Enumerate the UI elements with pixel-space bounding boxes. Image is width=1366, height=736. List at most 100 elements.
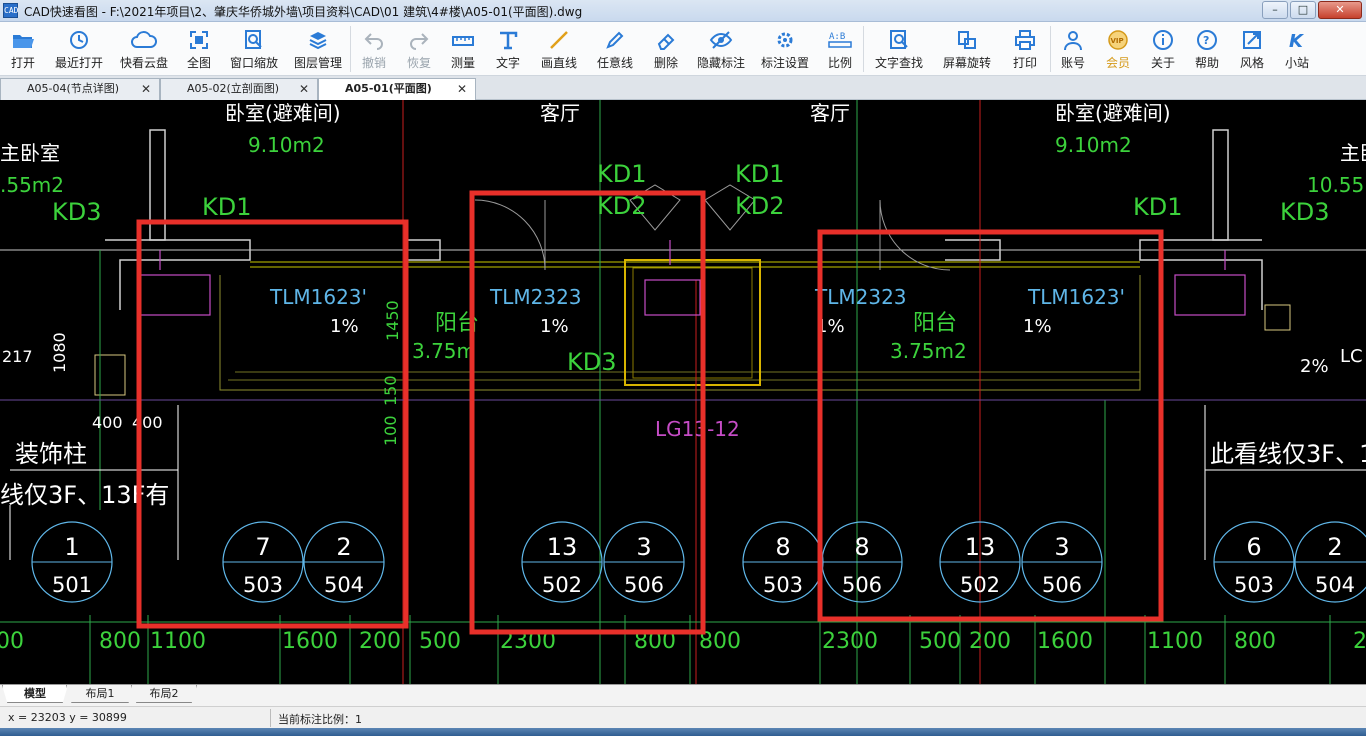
bubble-room-code: 504: [1315, 573, 1355, 597]
slope-label: 1%: [330, 316, 359, 337]
delete-button[interactable]: 删除: [643, 22, 689, 76]
eye-hide-icon: [709, 31, 733, 49]
area-label: 9.10m2: [1055, 133, 1132, 157]
dimension-settings-button[interactable]: 标注设置: [753, 22, 817, 76]
measure-icon: [452, 36, 474, 46]
delete-label: 删除: [653, 56, 678, 70]
bubble-room-code: 506: [1042, 573, 1082, 597]
account-button[interactable]: 账号: [1051, 22, 1095, 76]
vip-button[interactable]: VIP 会员: [1095, 22, 1141, 76]
door-tag: KD1: [1133, 193, 1183, 221]
text-search-button[interactable]: 文字查找: [864, 22, 934, 76]
open-button[interactable]: 打开: [0, 22, 46, 76]
text-label: 文字: [495, 56, 520, 70]
title-bar: CAD CAD快速看图 - F:\2021年项目\2、肇庆华侨城外墙\项目资料\…: [0, 0, 1366, 22]
tab-a05-04[interactable]: A05-04(节点详图) ✕: [0, 78, 160, 100]
coordinate-readout: x = 23203 y = 30899: [8, 711, 127, 724]
text-icon: [500, 31, 518, 50]
door-tag: KD1: [735, 160, 785, 188]
tab-close-icon[interactable]: ✕: [457, 79, 467, 99]
recent-open-button[interactable]: 最近打开: [46, 22, 112, 76]
rotate-screen-button[interactable]: 屏幕旋转: [934, 22, 1000, 76]
cloud-drive-button[interactable]: 快看云盘: [112, 22, 176, 76]
tab-model[interactable]: 模型: [2, 685, 68, 703]
draw-line-button[interactable]: 画直线: [531, 22, 587, 76]
room-bubble: 1501: [31, 521, 113, 603]
tab-a05-02[interactable]: A05-02(立剖面图) ✕: [160, 78, 318, 100]
print-button[interactable]: 打印: [1000, 22, 1050, 76]
full-view-button[interactable]: 全图: [176, 22, 222, 76]
bottom-dimension-label: 500: [919, 629, 961, 654]
lc-tag: LC: [1340, 346, 1363, 367]
scale-button[interactable]: A:B 比例: [817, 22, 863, 76]
bubble-room-code: 501: [52, 573, 92, 597]
tab-layout2[interactable]: 布局2: [131, 685, 197, 703]
bubble-room-code: 504: [324, 573, 364, 597]
undo-icon: [364, 33, 383, 50]
room-label: 主卧室: [0, 141, 60, 165]
room-bubble: 8 503: [742, 521, 824, 603]
bubble-room-code: 503: [243, 573, 283, 597]
room-label: 客厅: [540, 101, 580, 125]
redo-icon: [410, 33, 429, 50]
freehand-button[interactable]: 任意线: [587, 22, 643, 76]
freehand-label: 任意线: [596, 56, 633, 70]
style-label: 风格: [1239, 56, 1264, 70]
door-tag: KD3: [52, 198, 102, 226]
recent-clock-icon: [70, 31, 88, 49]
tab-close-icon[interactable]: ✕: [299, 79, 309, 99]
note-text: 此看线仅3F、13F有: [1210, 440, 1366, 468]
slope-labels: 1% 1% 1% 1% 2%: [330, 316, 1329, 377]
tab-layout1[interactable]: 布局1: [66, 685, 134, 703]
bubble-number: 3: [1054, 533, 1069, 561]
room-bubble: 2 504: [303, 521, 385, 603]
dimension-label: 100: [381, 415, 400, 446]
station-button[interactable]: K 小站: [1275, 22, 1319, 76]
text-button[interactable]: 文字: [485, 22, 531, 76]
window-zoom-label: 窗口缩放: [229, 56, 278, 70]
tab-close-icon[interactable]: ✕: [141, 79, 151, 99]
drawing-canvas[interactable]: 卧室(避难间) 客厅 客厅 卧室(避难间) 主卧室 主卧 9.10m2 9.10…: [0, 100, 1366, 684]
door-tag: KD2: [735, 192, 785, 220]
window-tag: TLM1623': [1027, 285, 1125, 309]
dimension-settings-label: 标注设置: [760, 56, 809, 70]
undo-button[interactable]: 撤销: [351, 22, 397, 76]
layout-tab-bar: 模型 布局1 布局2: [0, 684, 1366, 706]
about-label: 关于: [1150, 56, 1175, 70]
rotate-screen-icon: [958, 31, 976, 49]
vip-label: 会员: [1105, 56, 1130, 70]
cloud-icon: [131, 31, 157, 48]
os-taskbar: [0, 728, 1366, 736]
door-tag: KD3: [1280, 198, 1330, 226]
bottom-dimension-label: 1100: [150, 629, 206, 654]
scale-label: 比例: [827, 56, 852, 70]
bottom-dimension-label: 1100: [1147, 629, 1203, 654]
hide-annotation-button[interactable]: 隐藏标注: [689, 22, 753, 76]
layer-manager-button[interactable]: 图层管理: [286, 22, 350, 76]
dimension-label: 400: [92, 413, 123, 432]
tab-label: A05-01(平面图): [345, 82, 432, 95]
text-search-icon: [890, 30, 908, 49]
room-bubble: 13 502: [939, 521, 1021, 603]
svg-text:A:B: A:B: [829, 32, 845, 42]
measure-button[interactable]: 测量: [441, 22, 485, 76]
tab-a05-01[interactable]: A05-01(平面图) ✕: [318, 78, 476, 100]
minimize-button[interactable]: –: [1262, 1, 1288, 19]
area-label: 3.75m: [412, 339, 476, 363]
window-zoom-button[interactable]: 窗口缩放: [222, 22, 286, 76]
dimension-label: 217: [2, 347, 33, 366]
scale-icon: A:B: [828, 32, 852, 48]
style-button[interactable]: 风格: [1229, 22, 1275, 76]
svg-text:VIP: VIP: [1111, 37, 1124, 45]
floor-plan-drawing: 卧室(避难间) 客厅 客厅 卧室(避难间) 主卧室 主卧 9.10m2 9.10…: [0, 100, 1366, 684]
redo-button[interactable]: 恢复: [397, 22, 441, 76]
dimension-label: 1450: [383, 300, 402, 341]
window-controls: – □ ✕: [1260, 1, 1362, 19]
help-button[interactable]: ? 帮助: [1185, 22, 1229, 76]
bubble-number: 6: [1246, 533, 1261, 561]
dimension-label: 1080: [50, 332, 69, 373]
draw-line-label: 画直线: [540, 56, 577, 70]
close-button[interactable]: ✕: [1318, 1, 1362, 19]
maximize-button[interactable]: □: [1290, 1, 1316, 19]
about-button[interactable]: 关于: [1141, 22, 1185, 76]
